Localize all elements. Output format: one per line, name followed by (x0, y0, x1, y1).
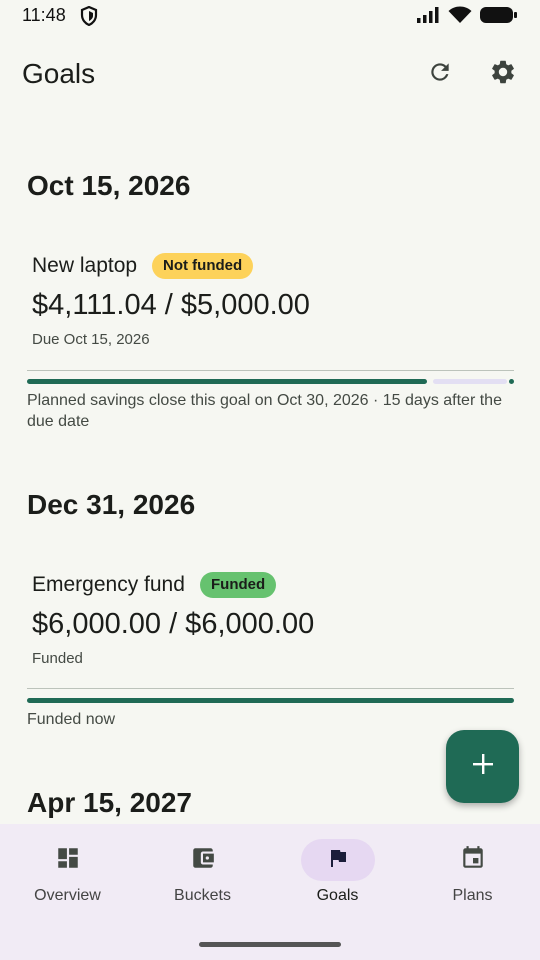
goal-name: Emergency fund (32, 573, 185, 596)
signal-icon (416, 6, 440, 29)
shield-icon (80, 5, 98, 31)
goal-due-date: Funded (32, 650, 83, 667)
nav-item-overview[interactable]: Overview (0, 824, 135, 924)
page-title: Goals (22, 58, 96, 89)
progress-end-dot (509, 379, 514, 384)
goal-status-note: Funded now (27, 711, 116, 728)
date-header: Dec 31, 2026 (27, 489, 196, 520)
wifi-icon (448, 6, 472, 29)
refresh-icon (427, 59, 453, 90)
date-header: Apr 15, 2027 (27, 787, 192, 818)
progress-remaining (433, 379, 507, 384)
bottom-navigation: Overview Buckets Goals Plans (0, 824, 540, 960)
status-icons (416, 6, 518, 29)
goal-projection-note: Planned savings close this goal on Oct 3… (27, 392, 502, 430)
goal-name: New laptop (32, 254, 138, 277)
wallet-icon (190, 845, 216, 876)
status-bar: 11:48 (0, 0, 540, 32)
nav-item-plans[interactable]: Plans (405, 824, 540, 924)
goal-progress-bar (27, 379, 514, 384)
calendar-icon (460, 845, 486, 876)
nav-label: Goals (316, 887, 359, 904)
goals-list[interactable]: Oct 15, 2026 New laptop Not funded $4,11… (0, 108, 540, 824)
progress-fill (27, 379, 427, 384)
nav-item-goals[interactable]: Goals (270, 824, 405, 924)
goal-amount: $4,111.04 / $5,000.00 (32, 289, 310, 321)
goal-progress-bar (27, 698, 514, 703)
status-badge: Funded (200, 572, 277, 598)
gear-icon (489, 58, 517, 91)
nav-label: Plans (452, 887, 493, 904)
top-app-bar: Goals (0, 40, 540, 108)
flag-icon (326, 846, 350, 875)
plus-icon (472, 753, 494, 780)
add-goal-button[interactable] (446, 730, 519, 803)
dashboard-icon (55, 845, 81, 876)
nav-label: Overview (34, 887, 101, 904)
settings-button[interactable] (485, 56, 521, 92)
battery-icon (480, 6, 518, 29)
goal-due-date: Due Oct 15, 2026 (32, 331, 150, 348)
refresh-button[interactable] (422, 56, 458, 92)
nav-item-buckets[interactable]: Buckets (135, 824, 270, 924)
nav-label: Buckets (174, 887, 231, 904)
divider (27, 688, 514, 689)
status-time: 11:48 (22, 5, 66, 25)
date-header: Oct 15, 2026 (27, 170, 191, 201)
divider (27, 370, 514, 371)
home-indicator (199, 942, 341, 947)
goal-amount: $6,000.00 / $6,000.00 (32, 608, 315, 640)
progress-fill (27, 698, 514, 703)
status-badge: Not funded (152, 253, 254, 279)
